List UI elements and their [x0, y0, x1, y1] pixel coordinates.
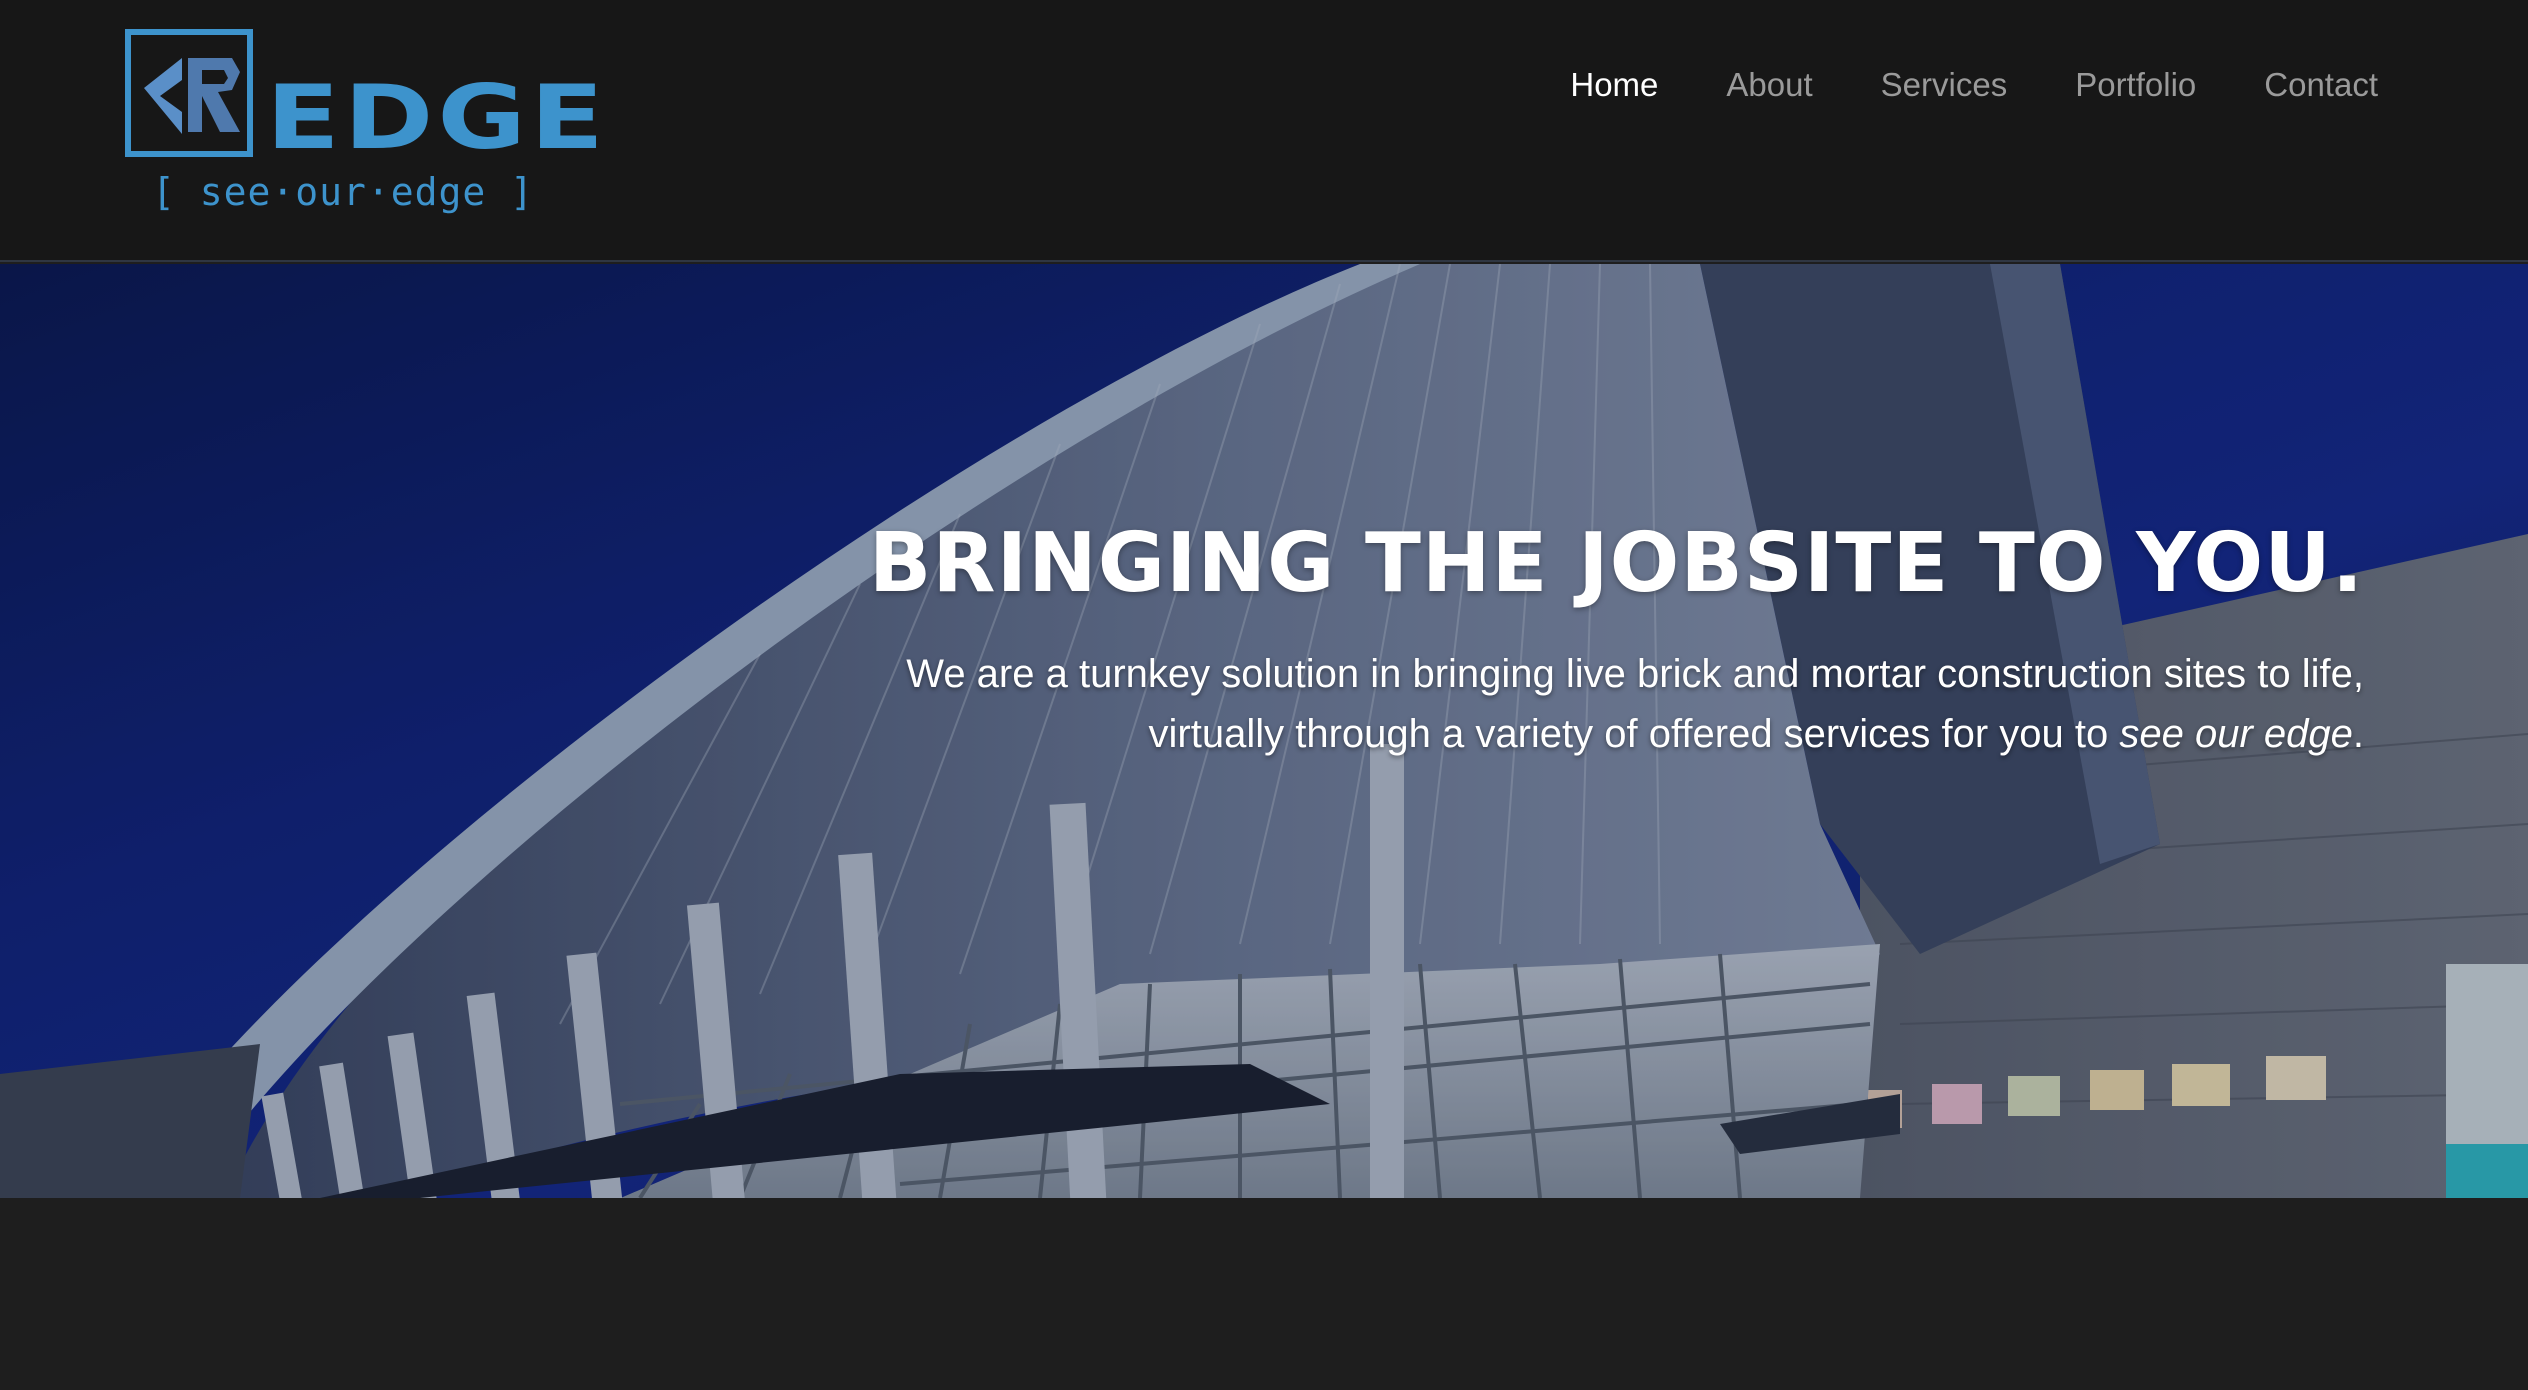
hero-title: BRINGING THE JOBSITE TO YOU. [868, 516, 2364, 611]
page: EDGE [ see·our·edge ] Home About Service… [0, 0, 2528, 1390]
logo-wordmark: EDGE [266, 66, 608, 170]
hero-text-line2-prefix: virtually through a variety of offered s… [1148, 712, 2120, 756]
nav-services[interactable]: Services [1881, 66, 2008, 104]
hero-description: We are a turnkey solution in bringing li… [664, 644, 2364, 764]
hero-section: BRINGING THE JOBSITE TO YOU. We are a tu… [0, 264, 2528, 1198]
main-nav: Home About Services Portfolio Contact [1570, 66, 2378, 104]
site-header: EDGE [ see·our·edge ] Home About Service… [0, 0, 2528, 262]
logo[interactable]: EDGE [ see·our·edge ] [124, 28, 604, 218]
nav-about[interactable]: About [1726, 66, 1812, 104]
logo-mark-icon [125, 29, 253, 157]
content-area [0, 1198, 2528, 1390]
nav-contact[interactable]: Contact [2264, 66, 2378, 104]
nav-portfolio[interactable]: Portfolio [2075, 66, 2196, 104]
hero-text-line1: We are a turnkey solution in bringing li… [906, 652, 2364, 696]
hero-text-line2-suffix: . [2352, 712, 2364, 756]
logo-tagline: [ see·our·edge ] [152, 170, 535, 214]
hero-text-emphasis: see our edge [2119, 712, 2353, 756]
nav-home[interactable]: Home [1570, 66, 1658, 104]
